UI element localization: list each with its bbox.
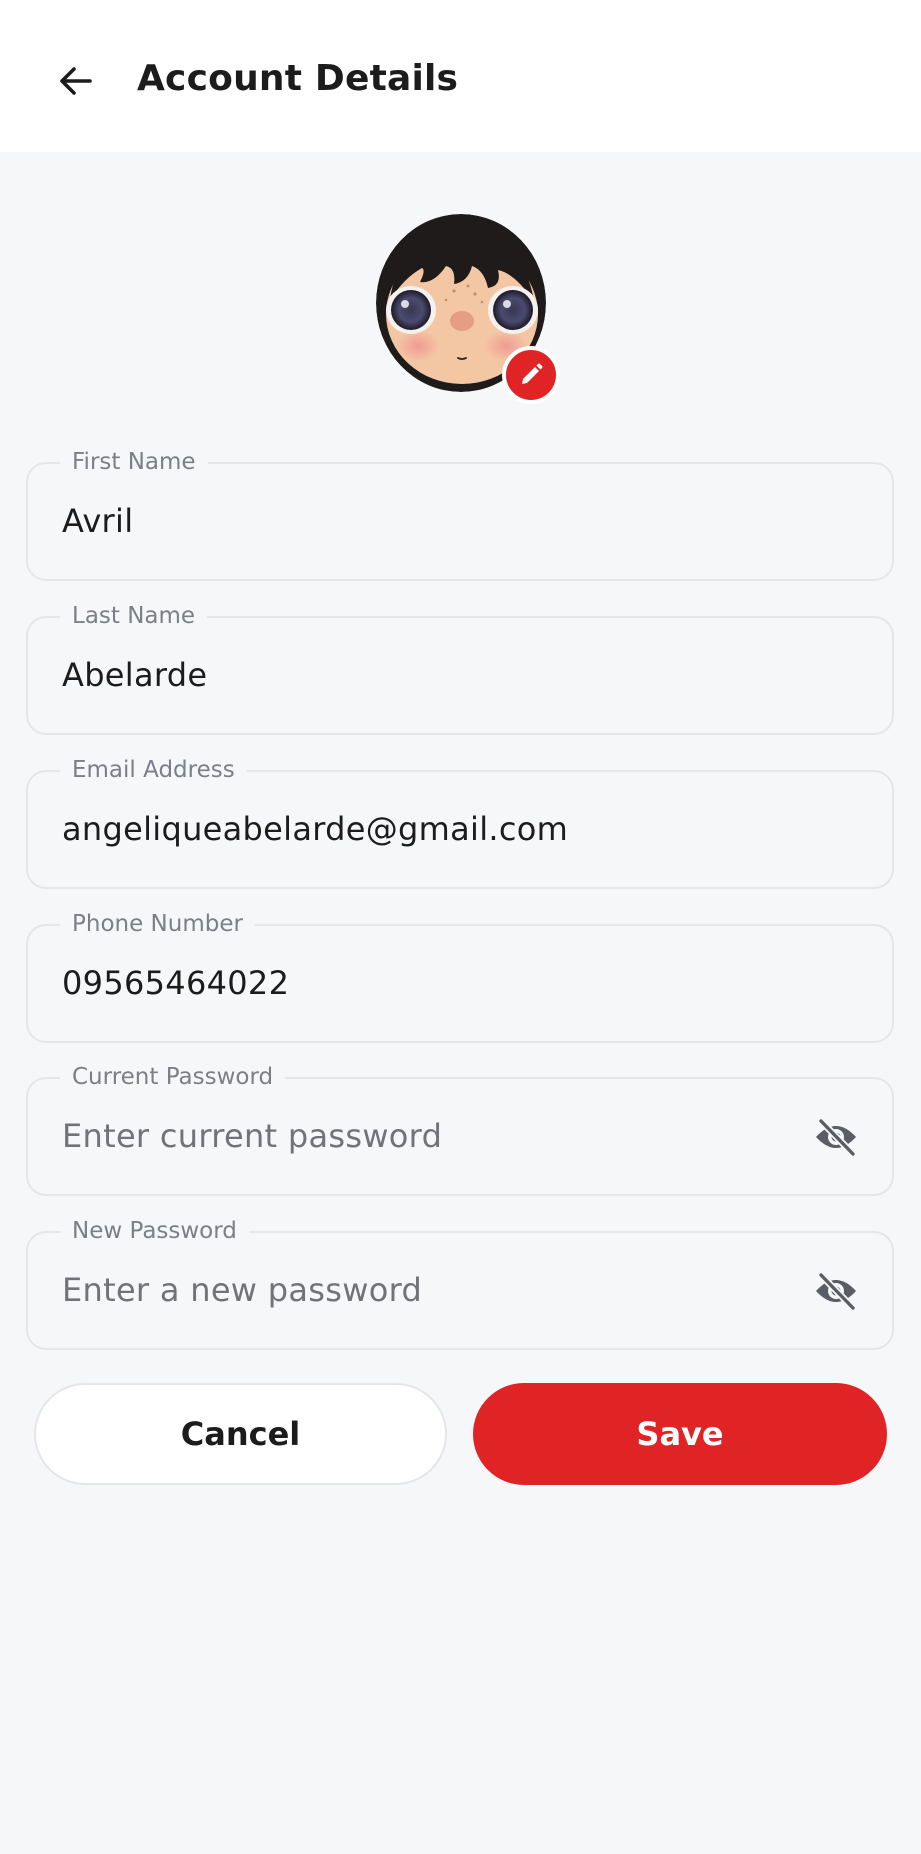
edit-avatar-button[interactable]	[502, 346, 560, 404]
current-password-input[interactable]	[62, 1109, 822, 1163]
current-password-field: Current Password	[26, 1062, 894, 1196]
last-name-input[interactable]	[62, 648, 822, 702]
first-name-label: First Name	[60, 447, 208, 477]
phone-label: Phone Number	[60, 909, 255, 939]
toggle-current-password-visibility[interactable]	[812, 1115, 860, 1159]
cancel-button[interactable]: Cancel	[34, 1383, 447, 1485]
email-input[interactable]	[62, 802, 822, 856]
first-name-field: First Name	[26, 447, 894, 581]
new-password-field: New Password	[26, 1216, 894, 1350]
new-password-input[interactable]	[62, 1263, 822, 1317]
app-header: Account Details	[0, 0, 921, 152]
phone-input[interactable]	[62, 956, 822, 1010]
eye-off-icon	[816, 1271, 857, 1311]
last-name-label: Last Name	[60, 601, 208, 631]
new-password-label: New Password	[60, 1216, 249, 1246]
last-name-field: Last Name	[26, 601, 894, 735]
save-button[interactable]: Save	[473, 1383, 887, 1485]
back-button[interactable]	[52, 57, 100, 105]
eye-off-icon	[816, 1117, 857, 1157]
pencil-icon	[522, 363, 543, 384]
arrow-left-icon	[60, 67, 92, 95]
phone-field: Phone Number	[26, 909, 894, 1043]
current-password-label: Current Password	[60, 1062, 286, 1092]
first-name-input[interactable]	[62, 494, 822, 548]
page-title: Account Details	[137, 58, 459, 99]
profile-avatar-section	[376, 214, 560, 404]
email-label: Email Address	[60, 755, 247, 785]
toggle-new-password-visibility[interactable]	[812, 1269, 860, 1313]
email-field: Email Address	[26, 755, 894, 889]
